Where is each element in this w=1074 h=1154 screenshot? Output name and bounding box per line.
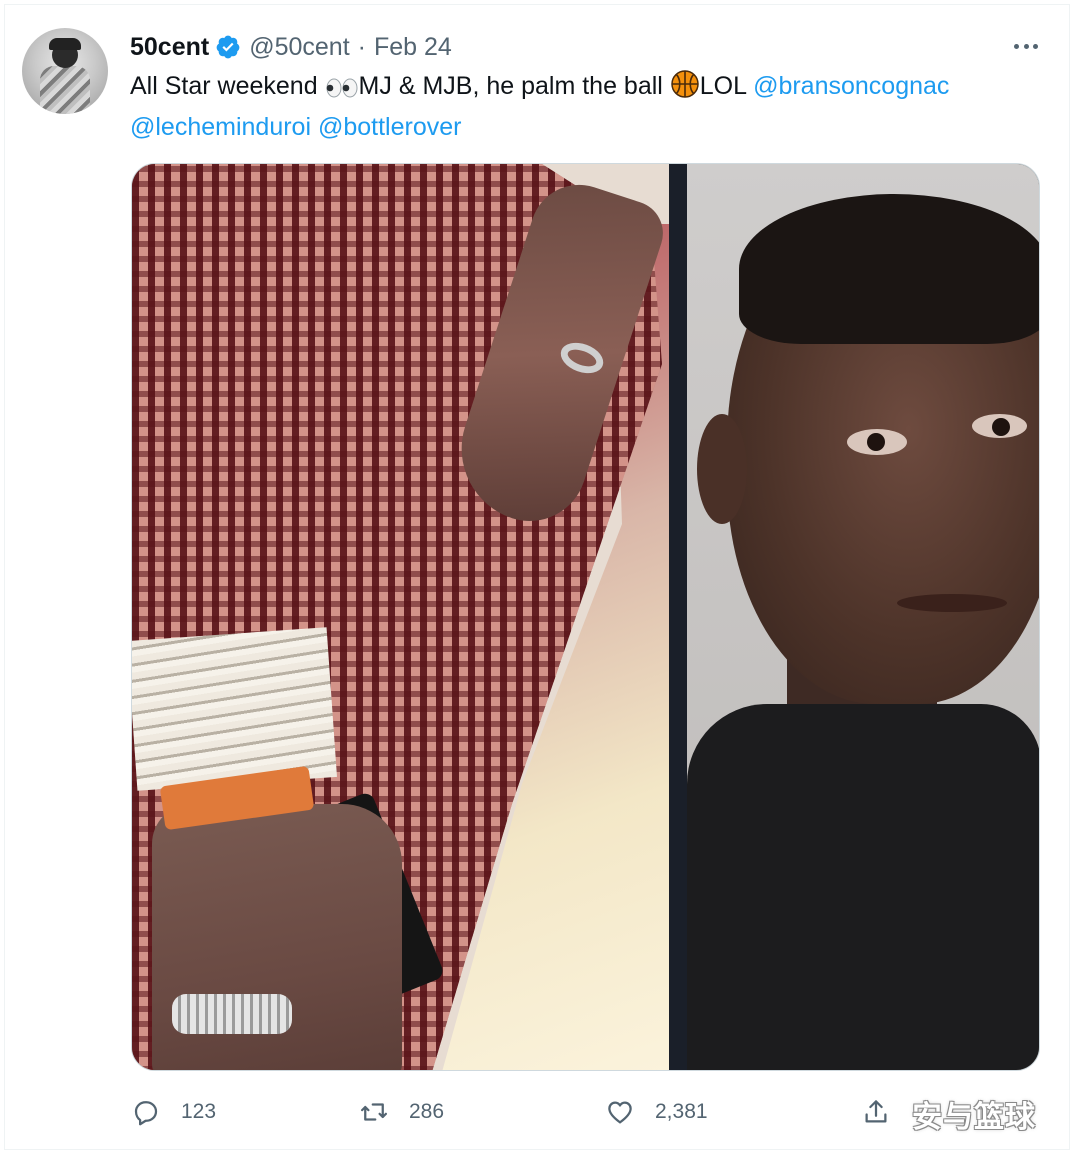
eye: [847, 429, 907, 455]
mouth: [897, 594, 1007, 612]
avatar[interactable]: [22, 28, 108, 114]
bracelets: [132, 627, 337, 791]
user-handle[interactable]: @50cent: [249, 33, 349, 62]
retweet-count: 286: [409, 1100, 445, 1123]
more-dot: [1023, 43, 1029, 49]
avatar-cap: [49, 38, 81, 50]
separator-dot: ·: [357, 32, 366, 61]
tweet-date[interactable]: Feb 24: [374, 33, 452, 62]
more-options-icon[interactable]: [1008, 34, 1044, 58]
verified-badge-icon: [215, 34, 241, 60]
like-button[interactable]: 2,381: [605, 1090, 708, 1134]
retweet-icon: [361, 1103, 387, 1121]
like-count: 2,381: [655, 1100, 708, 1123]
reply-count: 123: [181, 1100, 217, 1123]
tweet-media-image[interactable]: [131, 163, 1040, 1071]
hair: [739, 194, 1039, 344]
media-divider: [669, 164, 687, 1070]
reply-button[interactable]: 123: [131, 1090, 216, 1134]
more-dot: [1014, 43, 1019, 49]
tweet-header: 50cent @50cent · Feb 24: [130, 32, 452, 62]
tweet-text-part: MJ & MJB, he palm the ball: [358, 72, 670, 100]
media-photo-left: [132, 164, 669, 1070]
tweet-actions: 123 286 2,381: [131, 1090, 931, 1134]
ear: [697, 414, 747, 524]
retweet-button[interactable]: 286: [359, 1090, 444, 1134]
heart-icon: [608, 1101, 632, 1124]
mention-link[interactable]: @bottlerover: [318, 113, 462, 141]
tweet-text: All Star weekend MJ & MJB, he palm the b…: [130, 68, 1030, 145]
more-dot: [1033, 43, 1038, 49]
basketball-emoji-icon: [670, 69, 700, 109]
share-button[interactable]: [861, 1090, 891, 1134]
reply-icon: [134, 1101, 158, 1126]
share-icon: [865, 1100, 887, 1123]
watermark-text: 安与篮球: [912, 1100, 1036, 1135]
mention-link[interactable]: @lecheminduroi: [130, 113, 311, 141]
media-photo-right: [687, 164, 1039, 1070]
eyes-emoji-icon: [325, 73, 359, 109]
rings: [172, 994, 292, 1034]
mention-link[interactable]: @bransoncognac: [753, 72, 949, 100]
display-name[interactable]: 50cent: [130, 33, 209, 62]
avatar-jacket: [40, 66, 90, 114]
dark-shirt: [687, 704, 1039, 1070]
tweet-text-part: All Star weekend: [130, 72, 325, 100]
eye: [972, 414, 1027, 438]
tweet-text-part: LOL: [699, 72, 754, 100]
